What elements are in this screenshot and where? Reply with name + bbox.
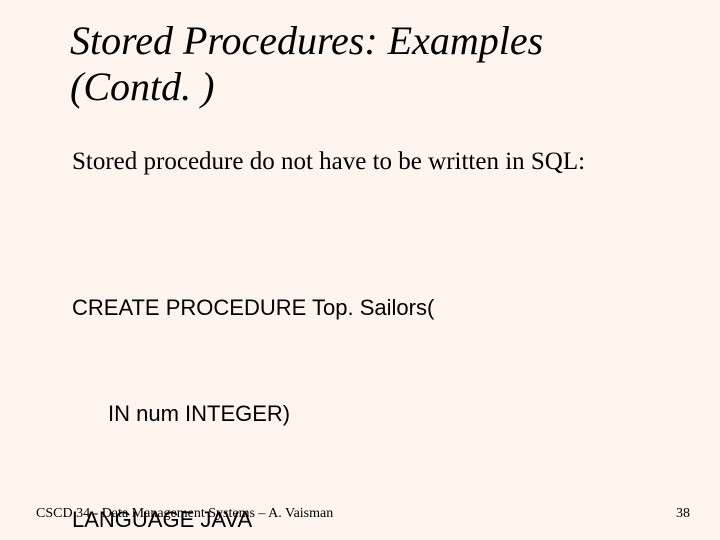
slide: Stored Procedures: Examples (Contd. ) St… [0,0,720,540]
slide-title: Stored Procedures: Examples (Contd. ) [70,18,670,110]
code-block: CREATE PROCEDURE Top. Sailors( IN num IN… [72,220,672,540]
page-number: 38 [676,506,690,522]
footer-left: CSCD 34 - Data Management Systems – A. V… [36,506,333,522]
code-line-1: CREATE PROCEDURE Top. Sailors( [72,290,672,325]
slide-body-text: Stored procedure do not have to be writt… [72,145,662,179]
code-line-2: IN num INTEGER) [72,396,672,431]
